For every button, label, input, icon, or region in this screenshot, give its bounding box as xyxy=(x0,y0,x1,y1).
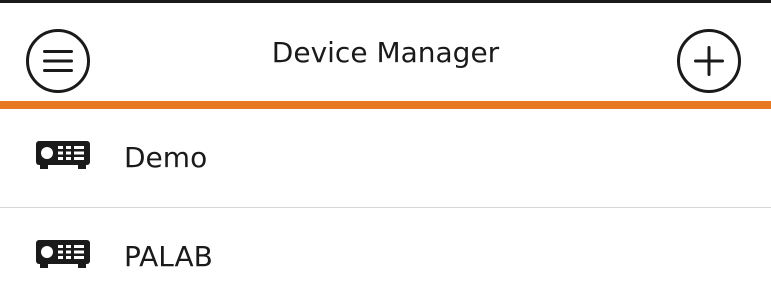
device-list: Demo PALAB xyxy=(0,109,771,306)
app-header: Device Manager xyxy=(0,3,771,101)
device-row-demo[interactable]: Demo xyxy=(0,109,771,208)
device-label: Demo xyxy=(124,141,208,174)
header-accent-bar xyxy=(0,101,771,109)
page-title: Device Manager xyxy=(271,36,500,69)
menu-button[interactable] xyxy=(26,29,90,93)
hamburger-menu-icon xyxy=(43,50,73,72)
add-device-button[interactable] xyxy=(677,29,741,93)
projector-icon xyxy=(36,240,90,268)
device-manager-screen: Device Manager Demo PALAB xyxy=(0,0,771,273)
projector-icon xyxy=(36,141,90,169)
device-row-palab[interactable]: PALAB xyxy=(0,208,771,306)
plus-icon xyxy=(694,46,724,76)
device-label: PALAB xyxy=(124,240,213,273)
